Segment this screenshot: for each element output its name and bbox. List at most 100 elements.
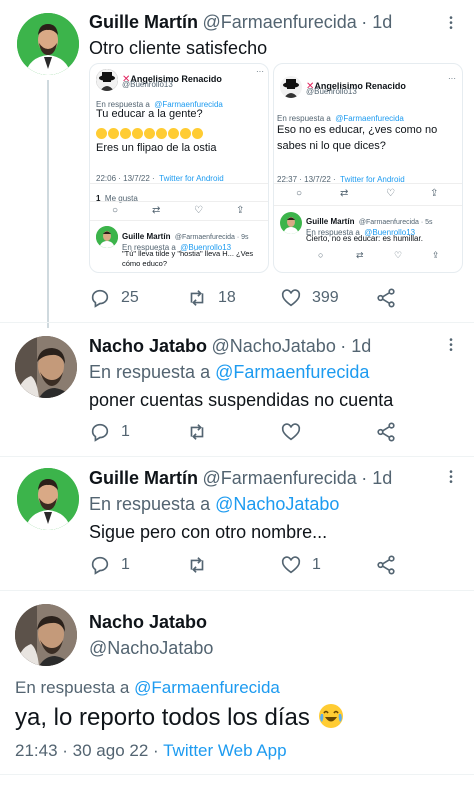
reply-count: 1 <box>121 423 130 440</box>
like-button[interactable] <box>280 421 302 443</box>
retweet-count: 18 <box>218 289 236 306</box>
like-count: 1 <box>312 556 321 573</box>
tweet-meta: 21:43 · 30 ago 22 · Twitter Web App <box>15 741 287 761</box>
reply-to-link: @Farmaenfurecida <box>335 114 404 123</box>
reply-count: 1 <box>121 556 130 573</box>
embedded-more-icon: ··· <box>256 67 264 76</box>
author-name[interactable]: Guille Martín <box>89 12 198 32</box>
like-button[interactable]: 1 <box>280 554 321 576</box>
avatar[interactable] <box>17 13 79 75</box>
embedded-avatar <box>96 226 118 248</box>
avatar[interactable] <box>17 468 79 530</box>
divider <box>90 220 268 221</box>
avatar[interactable] <box>15 336 77 398</box>
reply-prefix: En respuesta a <box>89 494 211 514</box>
embedded-more-icon: ··· <box>448 74 456 83</box>
author-handle[interactable]: @NachoJatabo <box>211 336 335 356</box>
embedded-reply-text2: cómo educo? <box>122 259 168 268</box>
reply-context: En respuesta a @NachoJatabo <box>89 494 339 515</box>
tweet-text: poner cuentas suspendidas no cuenta <box>89 390 394 410</box>
author-handle[interactable]: @NachoJatabo <box>89 638 213 659</box>
reply-button[interactable]: 25 <box>89 287 139 309</box>
tweet-text: ya, lo reporto todos los días <box>15 704 310 731</box>
timestamp[interactable]: 21:43 · 30 ago 22 · <box>15 741 159 760</box>
avatar[interactable] <box>15 604 77 666</box>
share-button[interactable] <box>375 554 397 576</box>
embedded-avatar <box>280 212 302 234</box>
reply-to-link[interactable]: @Farmaenfurecida <box>215 362 369 382</box>
reply-to-link[interactable]: @Farmaenfurecida <box>134 678 280 697</box>
mini-reply-icon: ○ <box>112 205 119 216</box>
divider <box>0 590 474 591</box>
tweet-header: Guille Martín @Farmaenfurecida · 1d <box>89 468 392 489</box>
embedded-screenshot-right[interactable]: ✕Angelisimo Renacido @Buenrollo13 ··· En… <box>273 63 463 273</box>
mini-reply-icon: ○ <box>296 188 303 199</box>
author-name[interactable]: Nacho Jatabo <box>89 336 207 356</box>
embedded-line2: Eres un flipao de la ostia <box>96 142 217 154</box>
tweet-text-row: ya, lo reporto todos los días <box>15 703 344 732</box>
tweet-header: Guille Martín @Farmaenfurecida · 1d <box>89 12 392 33</box>
divider <box>0 456 474 457</box>
share-icon <box>377 288 395 308</box>
mini-like-icon: ♡ <box>394 250 403 260</box>
like-count: 399 <box>312 289 339 306</box>
embedded-handle: @Buenrollo13 <box>306 87 357 96</box>
tweet-text: Sigue pero con otro nombre... <box>89 522 328 542</box>
timestamp[interactable]: · 1d <box>340 336 371 356</box>
reply-to-link[interactable]: @NachoJatabo <box>215 494 339 514</box>
more-icon[interactable]: • • • <box>449 14 453 34</box>
reply-context: En respuesta a @Farmaenfurecida <box>89 362 369 383</box>
divider <box>274 183 462 184</box>
more-icon[interactable]: • • • <box>449 336 453 356</box>
like-button[interactable]: 399 <box>280 287 339 309</box>
embedded-handle: @Buenrollo13 <box>122 80 173 89</box>
author-handle[interactable]: @Farmaenfurecida <box>202 468 356 488</box>
retweet-button[interactable]: 18 <box>186 287 236 309</box>
share-button[interactable] <box>375 421 397 443</box>
mini-retweet-icon: ⇄ <box>356 250 364 260</box>
retweet-button[interactable] <box>186 421 208 443</box>
embedded-line2: sabes ni lo que dices? <box>277 140 386 152</box>
cry-laugh-emoji-icon <box>319 704 344 728</box>
embedded-reply-text: Cierto, no es educar: es humillar. <box>306 234 423 243</box>
reply-context: En respuesta a @Farmaenfurecida <box>15 678 280 698</box>
timestamp[interactable]: · 1d <box>361 468 392 488</box>
timestamp[interactable]: · 1d <box>361 12 392 32</box>
share-button[interactable] <box>375 287 397 309</box>
retweet-button[interactable] <box>186 554 208 576</box>
mini-reply-icon: ○ <box>318 250 324 260</box>
mini-like-icon: ♡ <box>194 205 203 216</box>
divider <box>90 183 268 184</box>
mini-share-icon: ⇪ <box>236 205 245 216</box>
reply-icon <box>91 423 109 442</box>
thread-line <box>47 80 49 328</box>
reply-button[interactable]: 1 <box>89 421 130 443</box>
embedded-reply-text1: "Tú" lleva tilde y "hostia" lleva H... ¿… <box>122 249 254 258</box>
reply-count: 25 <box>121 289 139 306</box>
tweet-header: Nacho Jatabo @NachoJatabo · 1d <box>89 336 371 357</box>
reply-prefix: En respuesta a <box>15 678 130 697</box>
author-name[interactable]: Guille Martín <box>89 468 198 488</box>
embedded-screenshot-left[interactable]: ✕Angelisimo Renacido @Buenrollo13 ··· En… <box>89 63 269 273</box>
more-icon[interactable]: • • • <box>449 468 453 488</box>
reply-icon <box>91 289 109 308</box>
reply-prefix: En respuesta a <box>277 114 331 123</box>
like-icon <box>281 556 301 574</box>
author-handle[interactable]: @Farmaenfurecida <box>202 12 356 32</box>
source-app-link[interactable]: Twitter Web App <box>163 741 286 760</box>
share-icon <box>377 555 395 575</box>
meta-app: Twitter for Android <box>159 174 224 183</box>
author-name[interactable]: Nacho Jatabo <box>89 612 207 633</box>
divider <box>274 205 462 206</box>
mini-share-icon: ⇪ <box>430 188 439 199</box>
retweet-icon <box>190 290 204 306</box>
like-icon <box>281 289 301 307</box>
reply-icon <box>91 556 109 575</box>
divider <box>0 774 474 775</box>
meta-time: 22:06 · 13/7/22 · <box>96 174 155 183</box>
mini-retweet-icon: ⇄ <box>152 205 161 216</box>
reply-button[interactable]: 1 <box>89 554 130 576</box>
retweet-icon <box>190 557 204 573</box>
divider <box>90 201 268 202</box>
share-icon <box>377 422 395 442</box>
